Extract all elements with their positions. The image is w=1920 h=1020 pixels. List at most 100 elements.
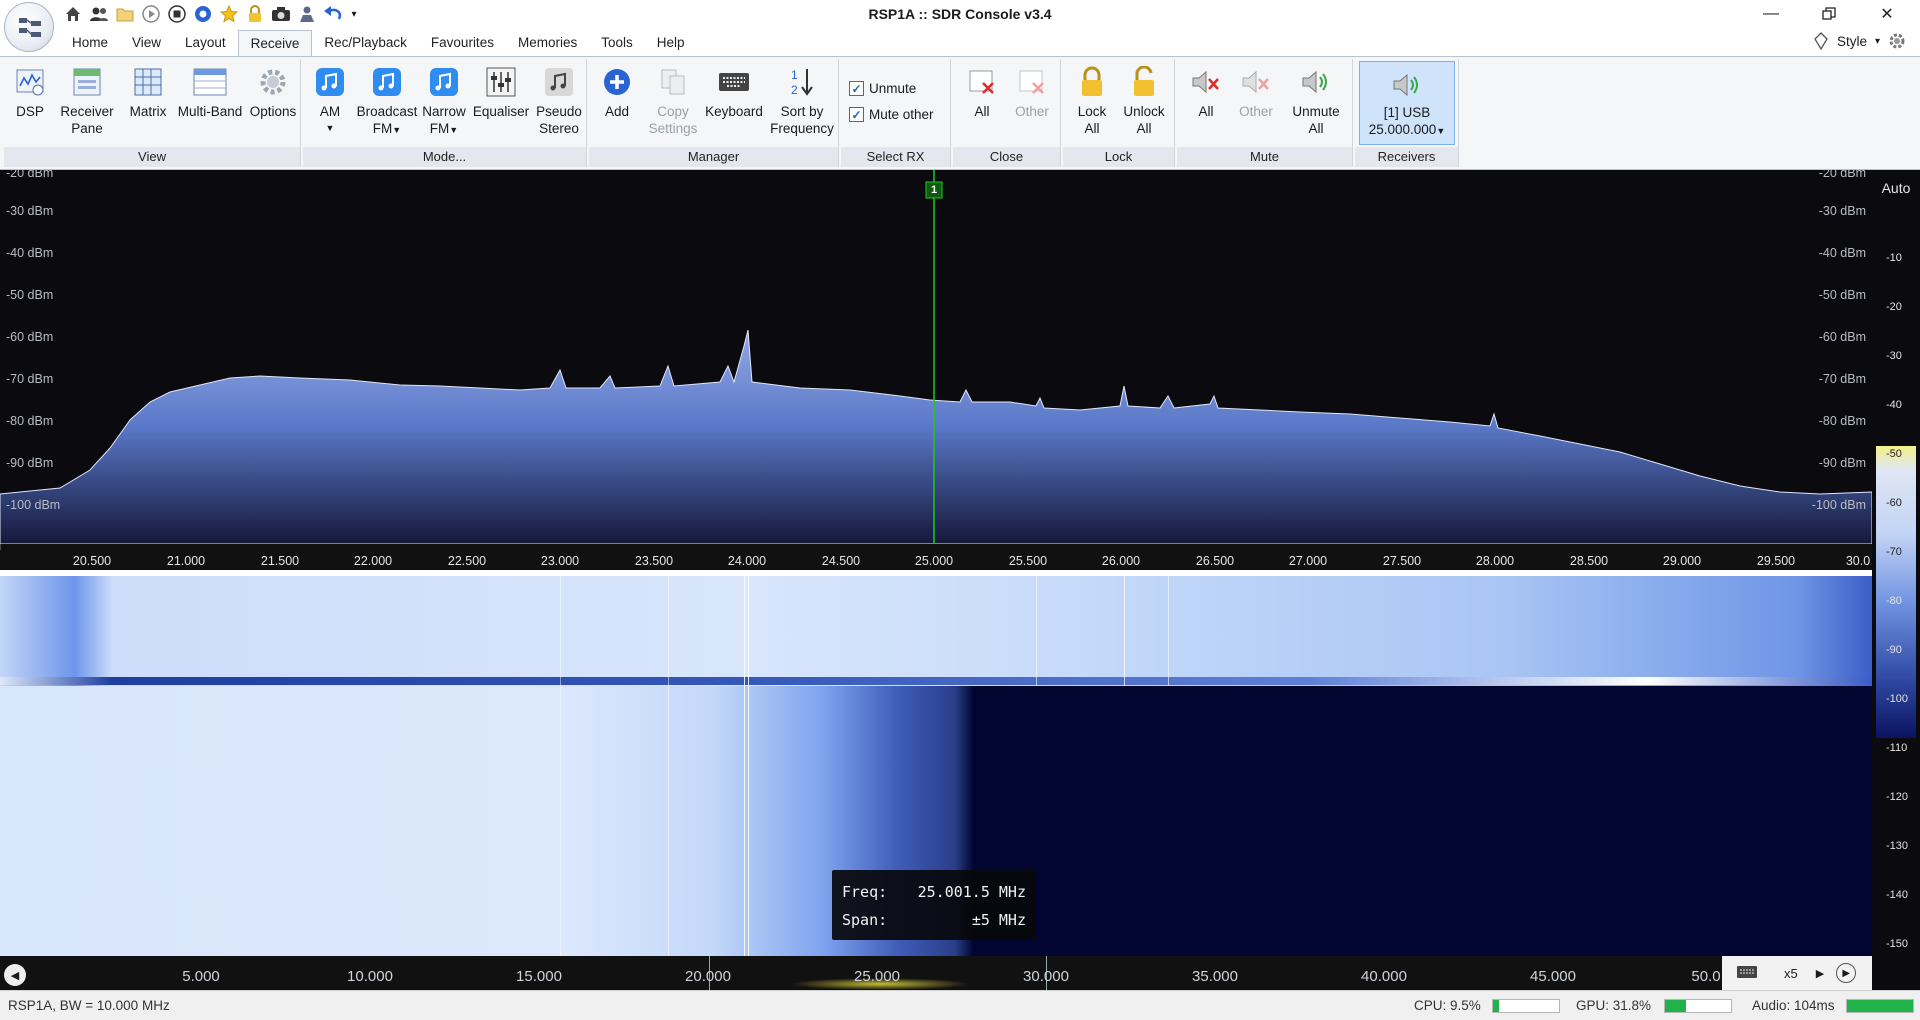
options-button[interactable]: Options [248,63,298,120]
freq-tick-label: 25.500 [1008,554,1048,568]
chevron-down-icon: ▼ [1436,126,1446,136]
freq-tick-label: 26.500 [1195,554,1235,568]
tab-favourites[interactable]: Favourites [419,30,506,56]
receiver-selector-button[interactable]: [1] USB 25.000.000▼ [1359,61,1455,145]
freq-tick-label: 28.000 [1475,554,1515,568]
stop-icon[interactable] [166,3,188,25]
restore-button[interactable] [1806,0,1852,28]
dsp-button[interactable]: DSP [10,63,50,120]
auto-scale-button[interactable]: Auto [1872,180,1920,196]
level-label: -130 [1886,840,1909,852]
multi-band-button[interactable]: Multi-Band [174,63,246,120]
spectrum-display[interactable]: 1 -20 dBm -30 dBm -40 dBm -50 dBm -60 dB… [0,170,1872,544]
dropdown-icon[interactable]: ▾ [348,3,360,25]
application-menu-button[interactable] [4,2,54,52]
user-icon[interactable] [296,3,318,25]
tab-tools[interactable]: Tools [589,30,645,56]
home-icon[interactable] [62,3,84,25]
pseudo-stereo-button[interactable]: Pseudo Stereo [533,63,585,137]
narrow-fm-button[interactable]: Narrow FM▼ [419,63,469,139]
keyboard-icon [716,63,752,101]
dbm-label: -30 dBm [6,204,54,218]
unmute-checkbox[interactable]: ✓ Unmute [849,81,916,96]
level-label: -100 [1886,693,1909,705]
tab-receive[interactable]: Receive [237,30,313,57]
keyboard-button[interactable]: Keyboard [697,63,771,120]
users-icon[interactable] [88,3,110,25]
am-button[interactable]: AM ▼ [305,63,355,137]
tab-memories[interactable]: Memories [506,30,589,56]
padlock-closed-icon [1074,63,1110,101]
dbm-label-right: -30 dBm [1818,204,1866,218]
narrow-fm-music-icon [426,63,462,101]
mute-other-checkbox[interactable]: ✓ Mute other [849,107,934,122]
scroll-right-icon[interactable]: ▶ [1836,963,1857,983]
folder-icon[interactable] [114,3,136,25]
audio-status: Audio: 104ms [1752,998,1835,1013]
broadcast-fm-button[interactable]: Broadcast FM▼ [355,63,419,139]
mute-all-button[interactable]: All [1183,63,1229,120]
equaliser-button[interactable]: Equaliser [469,63,533,120]
options-gear-icon [255,63,291,101]
signal-streak [748,576,749,956]
receiver-marker-label[interactable]: 1 [926,184,942,196]
keyboard-icon[interactable] [1736,964,1758,983]
close-all-button[interactable]: All [959,63,1005,120]
speaker-mute-other-icon [1238,63,1274,101]
tab-home[interactable]: Home [60,30,120,56]
mute-other-button[interactable]: Other [1231,63,1281,120]
ribbon-group-mute: All Other Unmute All Mute [1177,59,1353,167]
close-window-button[interactable]: ✕ [1864,0,1910,28]
level-label: -90 [1886,644,1902,656]
dsp-icon [12,63,48,101]
scroll-left-icon[interactable]: ◀ [4,964,26,986]
close-other-button[interactable]: Other [1009,63,1055,120]
level-scale[interactable]: Auto -10 -20 -30 -40 -50 -60 -70 -80 -90… [1872,170,1920,990]
lock-icon[interactable] [244,3,266,25]
star-icon[interactable] [218,3,240,25]
play-icon[interactable] [140,3,162,25]
level-label: -70 [1886,546,1902,558]
unmute-all-button[interactable]: Unmute All [1285,63,1347,137]
dbm-label-right: -40 dBm [1818,246,1866,260]
level-label: -10 [1886,252,1902,264]
matrix-button[interactable]: Matrix [124,63,172,120]
tooltip-span-value: ±5 MHz [971,911,1026,929]
lock-all-button[interactable]: Lock All [1067,63,1117,137]
group-title-mode: Mode... [303,147,586,167]
record-icon[interactable] [192,3,214,25]
camera-icon[interactable] [270,3,292,25]
sort-icon: 12 [784,63,820,101]
undo-icon[interactable] [322,3,344,25]
add-receiver-button[interactable]: Add [593,63,641,120]
tab-layout[interactable]: Layout [173,30,238,56]
gear-icon[interactable] [1888,32,1906,50]
ribbon-group-receivers: [1] USB 25.000.000▼ Receivers [1355,59,1459,167]
tab-rec-playback[interactable]: Rec/Playback [312,30,419,56]
signal-streak [1168,576,1169,686]
sort-by-frequency-button[interactable]: 12 Sort by Frequency [767,63,837,137]
receiver-frequency-label: 25.000.000 [1368,122,1437,137]
frequency-axis[interactable]: 20.500 21.000 21.500 22.000 22.500 23.00… [0,544,1872,570]
style-menu[interactable]: Style ▾ [1813,32,1906,50]
tab-view[interactable]: View [120,30,173,56]
copy-settings-button[interactable]: Copy Settings [641,63,705,137]
checkmark-icon: ✓ [849,107,864,122]
minimize-button[interactable]: — [1748,0,1794,28]
zoom-level[interactable]: x5 [1784,966,1798,981]
tab-help[interactable]: Help [645,30,697,56]
freq-tick-label: 22.500 [447,554,487,568]
band-overview-bar[interactable]: ◀ 5.000 10.000 15.000 20.000 25.000 30.0… [0,956,1872,990]
level-label: -50 [1886,448,1902,460]
ribbon-tab-bar: Home View Layout Receive Rec/Playback Fa… [0,30,1920,57]
level-label: -80 [1886,595,1902,607]
ribbon-group-manager: Add Copy Settings Keyboard 12 Sort by Fr… [589,59,839,167]
dbm-label-right: -70 dBm [1818,372,1866,386]
overview-tick-label: 40.000 [1361,968,1407,985]
dbm-label: -80 dBm [6,414,54,428]
zoom-next-icon[interactable]: ▶ [1816,967,1824,980]
unlock-all-button[interactable]: Unlock All [1117,63,1171,137]
cpu-meter-fill [1493,1000,1500,1012]
receiver-pane-button[interactable]: Receiver Pane [56,63,118,137]
level-label: -40 [1886,399,1902,411]
